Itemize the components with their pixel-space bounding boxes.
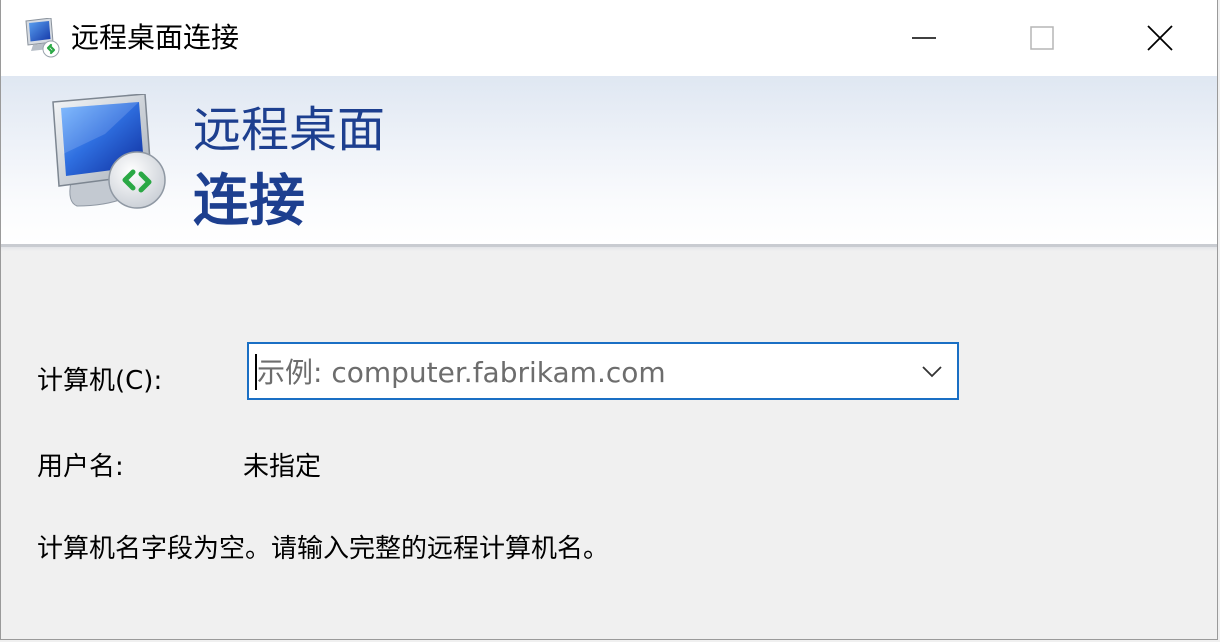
username-value: 未指定 xyxy=(243,452,322,482)
remote-desktop-window: 远程桌面连接 远程桌面 连接 计算机(C): 示例: computer.fabr… xyxy=(0,0,1218,640)
close-icon xyxy=(1147,25,1173,51)
title-bar: 远程桌面连接 xyxy=(1,0,1217,76)
username-label: 用户名: xyxy=(37,452,124,482)
remote-desktop-monitor-icon xyxy=(52,94,166,209)
banner-title-line1: 远程桌面 xyxy=(193,102,386,158)
text-caret xyxy=(255,354,257,390)
status-message: 计算机名字段为空。请输入完整的远程计算机名。 xyxy=(37,534,610,564)
banner-title-line2: 连接 xyxy=(193,169,305,234)
dropdown-button[interactable] xyxy=(917,358,947,386)
banner-divider-shadow xyxy=(1,247,1217,251)
computer-input[interactable] xyxy=(253,352,897,392)
computer-label: 计算机(C): xyxy=(37,366,163,396)
chevron-down-icon xyxy=(922,366,942,378)
maximize-button[interactable] xyxy=(983,0,1101,76)
minimize-icon xyxy=(912,37,936,39)
maximize-icon xyxy=(1030,26,1054,50)
remote-desktop-app-icon xyxy=(25,18,60,58)
minimize-button[interactable] xyxy=(865,0,983,76)
header-banner xyxy=(1,76,1217,244)
window-title: 远程桌面连接 xyxy=(71,21,240,54)
computer-combobox[interactable] xyxy=(247,342,959,400)
close-button[interactable] xyxy=(1101,0,1217,76)
